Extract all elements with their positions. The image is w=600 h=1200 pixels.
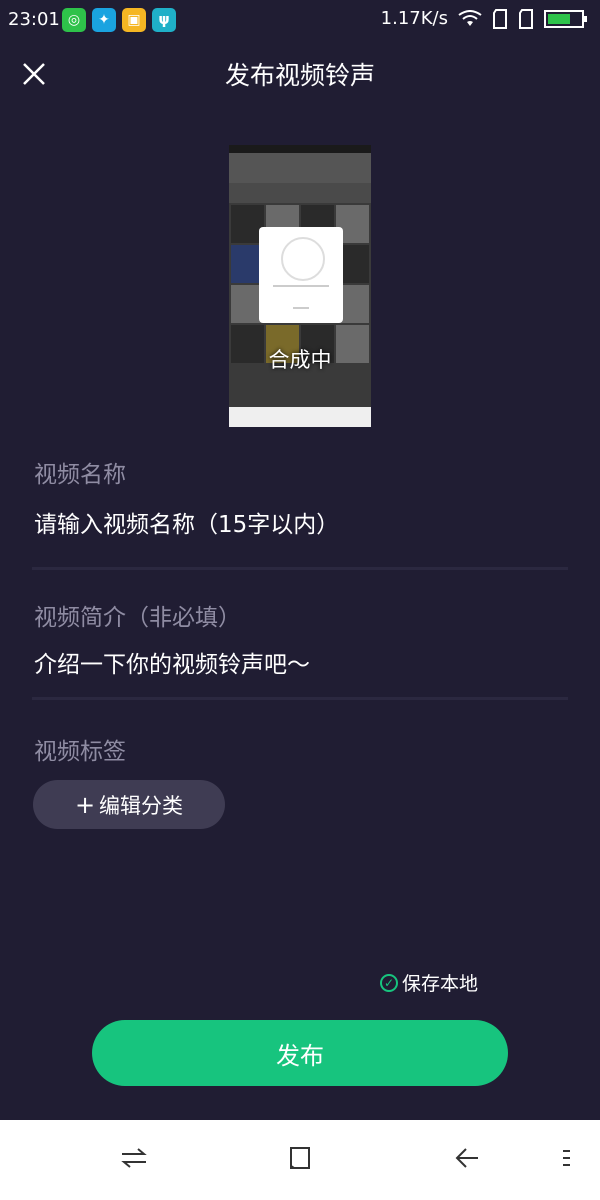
sim-card-icon bbox=[493, 8, 507, 29]
sim-card-icon bbox=[519, 8, 533, 29]
video-description-input[interactable] bbox=[34, 652, 554, 678]
network-speed: 1.17K/s bbox=[380, 8, 448, 29]
status-time: 23:01 bbox=[8, 9, 60, 30]
divider bbox=[32, 697, 568, 700]
preview-toolbar bbox=[229, 153, 371, 183]
video-name-label: 视频名称 bbox=[34, 462, 126, 488]
preview-bottom-nav bbox=[229, 407, 371, 427]
preview-tabs bbox=[229, 183, 371, 203]
video-name-input[interactable] bbox=[34, 512, 554, 538]
switch-icon[interactable] bbox=[120, 1146, 148, 1170]
battery-icon bbox=[544, 9, 587, 28]
video-preview bbox=[229, 145, 371, 427]
compositing-status: 合成中 bbox=[268, 348, 332, 372]
edit-category-label: 编辑分类 bbox=[99, 793, 184, 818]
publish-button[interactable]: 发布 bbox=[92, 1020, 508, 1086]
preview-ring bbox=[281, 237, 325, 281]
preview-dialog bbox=[259, 227, 343, 323]
status-right: 1.17K/s bbox=[381, 8, 590, 29]
save-local-toggle[interactable]: ✓ 保存本地 bbox=[380, 969, 478, 996]
preview-statusbar bbox=[229, 145, 371, 153]
plus-icon: + bbox=[74, 790, 96, 819]
video-tag-label: 视频标签 bbox=[34, 739, 126, 765]
menu-icon[interactable] bbox=[560, 1146, 572, 1170]
preview-line bbox=[273, 285, 329, 287]
status-bar: 23:01 ◎ ✦ ▣ ψ 1.17K/s bbox=[0, 0, 600, 40]
back-icon[interactable] bbox=[454, 1146, 480, 1170]
browser-app-icon: ✦ bbox=[92, 8, 116, 32]
header: 发布视频铃声 bbox=[0, 40, 600, 110]
navigation-bar bbox=[0, 1120, 600, 1200]
message-app-icon: ◎ bbox=[62, 8, 86, 32]
gallery-app-icon: ▣ bbox=[122, 8, 146, 32]
video-description-label: 视频简介（非必填） bbox=[34, 605, 241, 631]
home-icon[interactable] bbox=[288, 1146, 312, 1170]
divider bbox=[32, 567, 568, 570]
status-app-icons: ◎ ✦ ▣ ψ bbox=[62, 8, 176, 32]
edit-category-button[interactable]: + 编辑分类 bbox=[33, 780, 225, 829]
check-circle-icon: ✓ bbox=[380, 973, 398, 992]
save-local-label: 保存本地 bbox=[402, 973, 479, 995]
usb-icon: ψ bbox=[152, 8, 176, 32]
wifi-icon bbox=[458, 9, 482, 26]
preview-line bbox=[293, 307, 309, 309]
page-title: 发布视频铃声 bbox=[224, 61, 375, 90]
